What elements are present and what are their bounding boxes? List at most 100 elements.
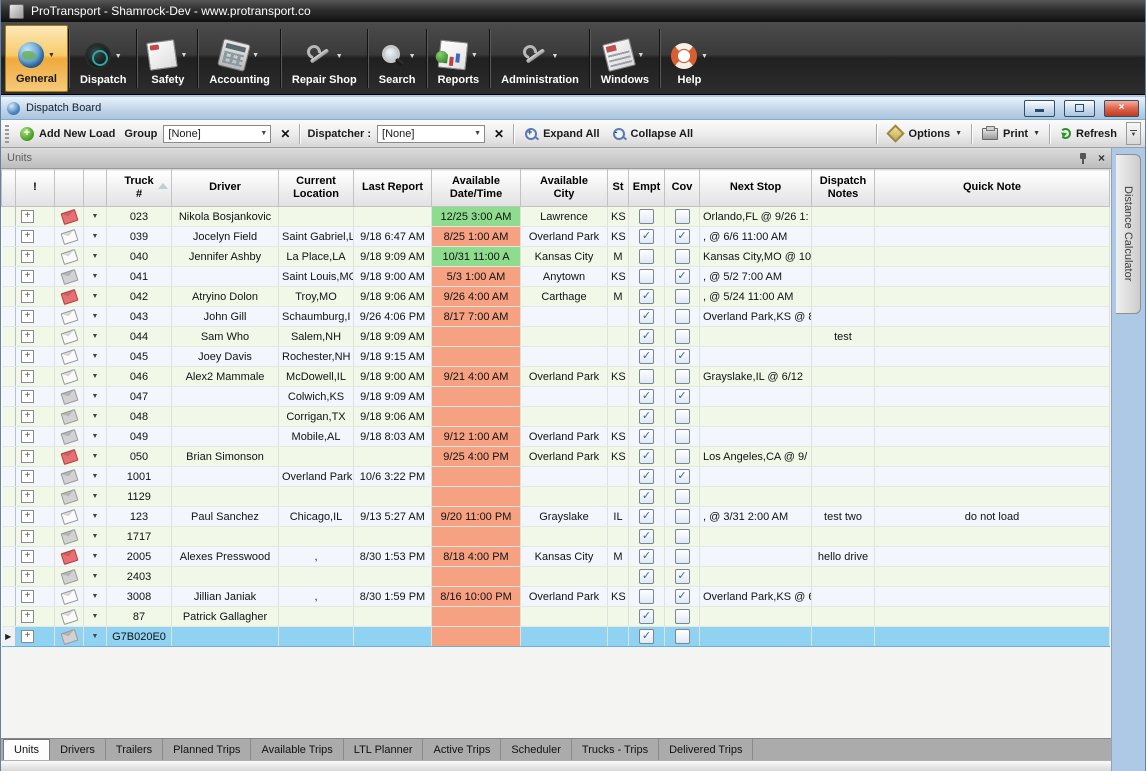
last-report-cell[interactable]: 9/13 5:27 AM [354,507,432,527]
driver-cell[interactable] [172,467,279,487]
truck-cell[interactable]: 049 [107,427,172,447]
empty-checkbox[interactable]: ✓ [639,309,654,324]
next-stop-cell[interactable] [700,387,812,407]
available-datetime-cell[interactable]: 9/12 1:00 AM [432,427,521,447]
city-cell[interactable]: Kansas City [521,547,608,567]
expand-row-icon[interactable]: + [21,490,34,503]
column-header-indicator[interactable] [2,170,16,207]
location-cell[interactable]: , [279,587,354,607]
available-datetime-cell[interactable]: 10/31 11:00 A [432,247,521,267]
covered-checkbox[interactable]: ✓ [675,349,690,364]
truck-cell[interactable]: 039 [107,227,172,247]
table-row[interactable]: +▼2005Alexes Presswood,8/30 1:53 PM8/18 … [2,547,1110,567]
city-cell[interactable] [521,347,608,367]
last-report-cell[interactable] [354,447,432,467]
driver-cell[interactable] [172,267,279,287]
last-report-cell[interactable] [354,527,432,547]
state-cell[interactable] [608,347,629,367]
city-cell[interactable]: Overland Park [521,227,608,247]
expand-row-icon[interactable]: + [21,210,34,223]
location-cell[interactable] [279,447,354,467]
chevron-down-icon[interactable]: ▼ [87,533,103,540]
next-stop-cell[interactable] [700,527,812,547]
location-cell[interactable]: Corrigan,TX [279,407,354,427]
city-cell[interactable] [521,567,608,587]
dispatch-note-cell[interactable] [812,447,875,467]
chevron-down-icon[interactable]: ▼ [257,130,270,137]
group-combo[interactable]: [None] ▼ [163,125,271,143]
city-cell[interactable]: Kansas City [521,247,608,267]
distance-calculator-tab[interactable]: Distance Calculator [1116,154,1141,314]
next-stop-cell[interactable] [700,487,812,507]
column-header-truck[interactable]: Truck # [107,170,172,207]
location-cell[interactable] [279,487,354,507]
empty-checkbox[interactable] [639,209,654,224]
expand-row-icon[interactable]: + [21,610,34,623]
table-row[interactable]: +▼123Paul SanchezChicago,IL9/13 5:27 AM9… [2,507,1110,527]
state-cell[interactable]: KS [608,367,629,387]
available-datetime-cell[interactable]: 8/18 4:00 PM [432,547,521,567]
driver-cell[interactable]: Jennifer Ashby [172,247,279,267]
last-report-cell[interactable]: 9/18 9:09 AM [354,387,432,407]
driver-cell[interactable]: Patrick Gallagher [172,607,279,627]
chevron-down-icon[interactable]: ▼ [87,473,103,480]
dispatch-note-cell[interactable] [812,347,875,367]
quick-note-cell[interactable] [875,447,1110,467]
expand-row-icon[interactable]: + [21,230,34,243]
table-row[interactable]: +▼039Jocelyn FieldSaint Gabriel,L9/18 6:… [2,227,1110,247]
group-clear-icon[interactable]: ✕ [277,127,293,141]
toolbar-overflow-button[interactable]: ▼ [1126,122,1141,145]
column-header-driver[interactable]: Driver [172,170,279,207]
chevron-down-icon[interactable]: ▼ [87,393,103,400]
truck-cell[interactable]: 87 [107,607,172,627]
driver-cell[interactable]: Sam Who [172,327,279,347]
truck-cell[interactable]: 048 [107,407,172,427]
truck-cell[interactable]: 2403 [107,567,172,587]
dispatch-note-cell[interactable] [812,527,875,547]
pin-icon[interactable] [1078,152,1088,164]
next-stop-cell[interactable]: , @ 5/2 7:00 AM [700,267,812,287]
city-cell[interactable] [521,527,608,547]
expand-row-icon[interactable]: + [21,370,34,383]
quick-note-cell[interactable] [875,387,1110,407]
next-stop-cell[interactable]: Overland Park,KS @ 8 [700,307,812,327]
quick-note-cell[interactable] [875,567,1110,587]
city-cell[interactable] [521,327,608,347]
city-cell[interactable] [521,467,608,487]
options-button[interactable]: Options ▼ [884,125,966,142]
last-report-cell[interactable]: 9/18 9:09 AM [354,247,432,267]
available-datetime-cell[interactable] [432,407,521,427]
expand-row-icon[interactable]: + [21,590,34,603]
empty-checkbox[interactable]: ✓ [639,349,654,364]
add-new-load-button[interactable]: + Add New Load [17,125,118,143]
dispatch-note-cell[interactable] [812,207,875,227]
quick-note-cell[interactable] [875,627,1110,647]
dispatch-note-cell[interactable] [812,567,875,587]
covered-checkbox[interactable] [675,549,690,564]
location-cell[interactable] [279,207,354,227]
expand-row-icon[interactable]: + [21,470,34,483]
available-datetime-cell[interactable] [432,527,521,547]
quick-note-cell[interactable]: do not load [875,507,1110,527]
last-report-cell[interactable] [354,627,432,647]
tab-available-trips[interactable]: Available Trips [251,739,343,760]
tab-scheduler[interactable]: Scheduler [501,739,572,760]
driver-cell[interactable]: Paul Sanchez [172,507,279,527]
location-cell[interactable]: Saint Gabriel,L [279,227,354,247]
expand-row-icon[interactable]: + [21,510,34,523]
next-stop-cell[interactable] [700,467,812,487]
quick-note-cell[interactable] [875,467,1110,487]
dispatch-note-cell[interactable] [812,627,875,647]
driver-cell[interactable]: Alex2 Mammale [172,367,279,387]
city-cell[interactable] [521,607,608,627]
table-row[interactable]: +▼043John GillSchaumburg,I9/26 4:06 PM8/… [2,307,1110,327]
chevron-down-icon[interactable]: ▼ [87,353,103,360]
expand-row-icon[interactable]: + [21,250,34,263]
quick-note-cell[interactable] [875,407,1110,427]
covered-checkbox[interactable] [675,609,690,624]
last-report-cell[interactable]: 8/30 1:59 PM [354,587,432,607]
table-row[interactable]: +▼047Colwich,KS9/18 9:09 AM✓✓ [2,387,1110,407]
expand-row-icon[interactable]: + [21,570,34,583]
available-datetime-cell[interactable]: 8/16 10:00 PM [432,587,521,607]
available-datetime-cell[interactable] [432,627,521,647]
